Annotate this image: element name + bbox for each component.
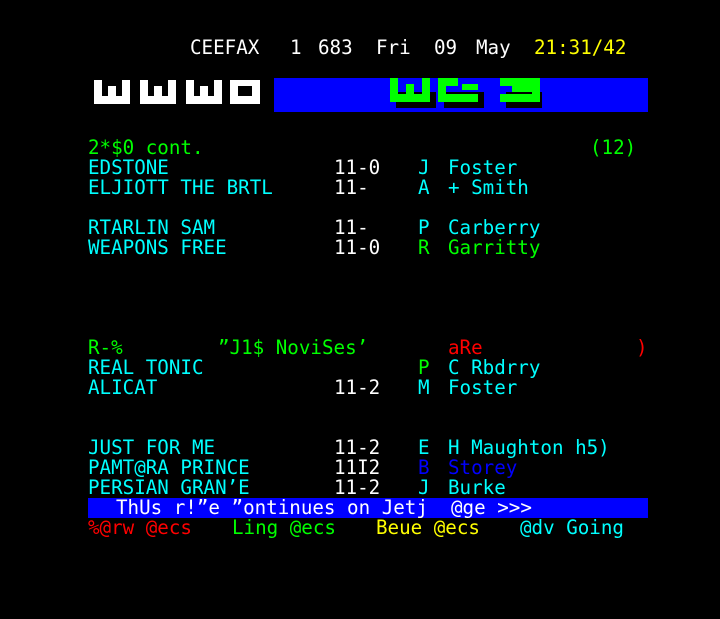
fastext-green-link[interactable]: Ling @ecs [232,518,336,538]
race-title: 2*$0 cont. [88,136,204,159]
fastext-yellow-link[interactable]: Beue @ecs [376,518,480,538]
race-tag-end: ) [636,336,648,359]
race-tag: aRe [448,336,483,359]
runner-row: REAL TONIC P C Rbdrry [0,358,720,378]
runner-row: WEAPONS FREE 11-0 R Garritty [0,238,720,258]
race-title-row: 2*$0 cont. (12) [0,138,720,158]
jockey-initial: P [418,356,430,379]
horse-weight: 11-2 [334,476,381,499]
subpage-indicator: (12) [590,136,637,159]
jockey-initial: A [418,176,430,199]
horse-name: PAMT@RA PRINCE [88,456,250,479]
jockey-name: C Rbdrry [448,356,541,379]
jockey-name: Foster [448,156,518,179]
jockey-initial: M [418,376,430,399]
runner-row: ALICAT 11-2 M Foster [0,378,720,398]
jockey-name: + Smith [448,176,529,199]
jockey-name: Burke [448,476,506,499]
jockey-name: H Maughton h5) [448,436,610,459]
horse-name: RTARLIN SAM [88,216,216,239]
race2-title-row: R-% ”J1$ NoviSes’ aRe ) [0,338,720,358]
jockey-name: Carberry [448,216,541,239]
jockey-name: Foster [448,376,518,399]
horse-name: JUST FOR ME [88,436,216,459]
jockey-initial: J [418,156,430,179]
logo-mosaic [94,78,648,112]
horse-weight: 11-0 [334,236,381,259]
runner-row: ELJIOTT THE BRTL 11- A + Smith [0,178,720,198]
horse-weight: 11-2 [334,376,381,399]
horse-weight: 11- [334,176,369,199]
horse-weight: 11-2 [334,436,381,459]
horse-name: PERSIAN GRAN’E [88,476,250,499]
jockey-initial: R [418,236,430,259]
white-mosaic-glyphs [94,80,260,104]
horse-weight: 11- [334,216,369,239]
horse-name: EDSTONE [88,156,169,179]
horse-weight: 11I2 [334,456,381,479]
jockey-initial: E [418,436,430,459]
jockey-name: Storey [448,456,518,479]
continue-row: ThUs r!”e ”ontinues on Jetj @ge >>> [0,498,720,518]
horse-name: ELJIOTT THE BRTL [88,176,273,199]
horse-name: WEAPONS FREE [88,236,227,259]
continue-text[interactable]: ThUs r!”e ”ontinues on Jetj @ge >>> [116,498,532,518]
runner-row: PERSIAN GRAN’E 11-2 J Burke [0,478,720,498]
horse-weight: 11-0 [334,156,381,179]
runner-row: EDSTONE 11-0 J Foster [0,158,720,178]
jockey-name: Garritty [448,236,541,259]
race-code: R-% [88,336,123,359]
horse-name: ALICAT [88,376,158,399]
runner-row: PAMT@RA PRINCE 11I2 B Storey [0,458,720,478]
race-title: ”J1$ NoviSes’ [218,336,369,359]
fastext-red-link[interactable]: %@rw @ecs [88,518,192,538]
horse-name: REAL TONIC [88,356,204,379]
jockey-initial: P [418,216,430,239]
jockey-initial: B [418,456,430,479]
runner-row: RTARLIN SAM 11- P Carberry [0,218,720,238]
jockey-initial: J [418,476,430,499]
fastext-row: %@rw @ecs Ling @ecs Beue @ecs @dv Going [0,518,720,538]
fastext-cyan-link[interactable]: @dv Going [520,518,624,538]
runner-row: JUST FOR ME 11-2 E H Maughton h5) [0,438,720,458]
